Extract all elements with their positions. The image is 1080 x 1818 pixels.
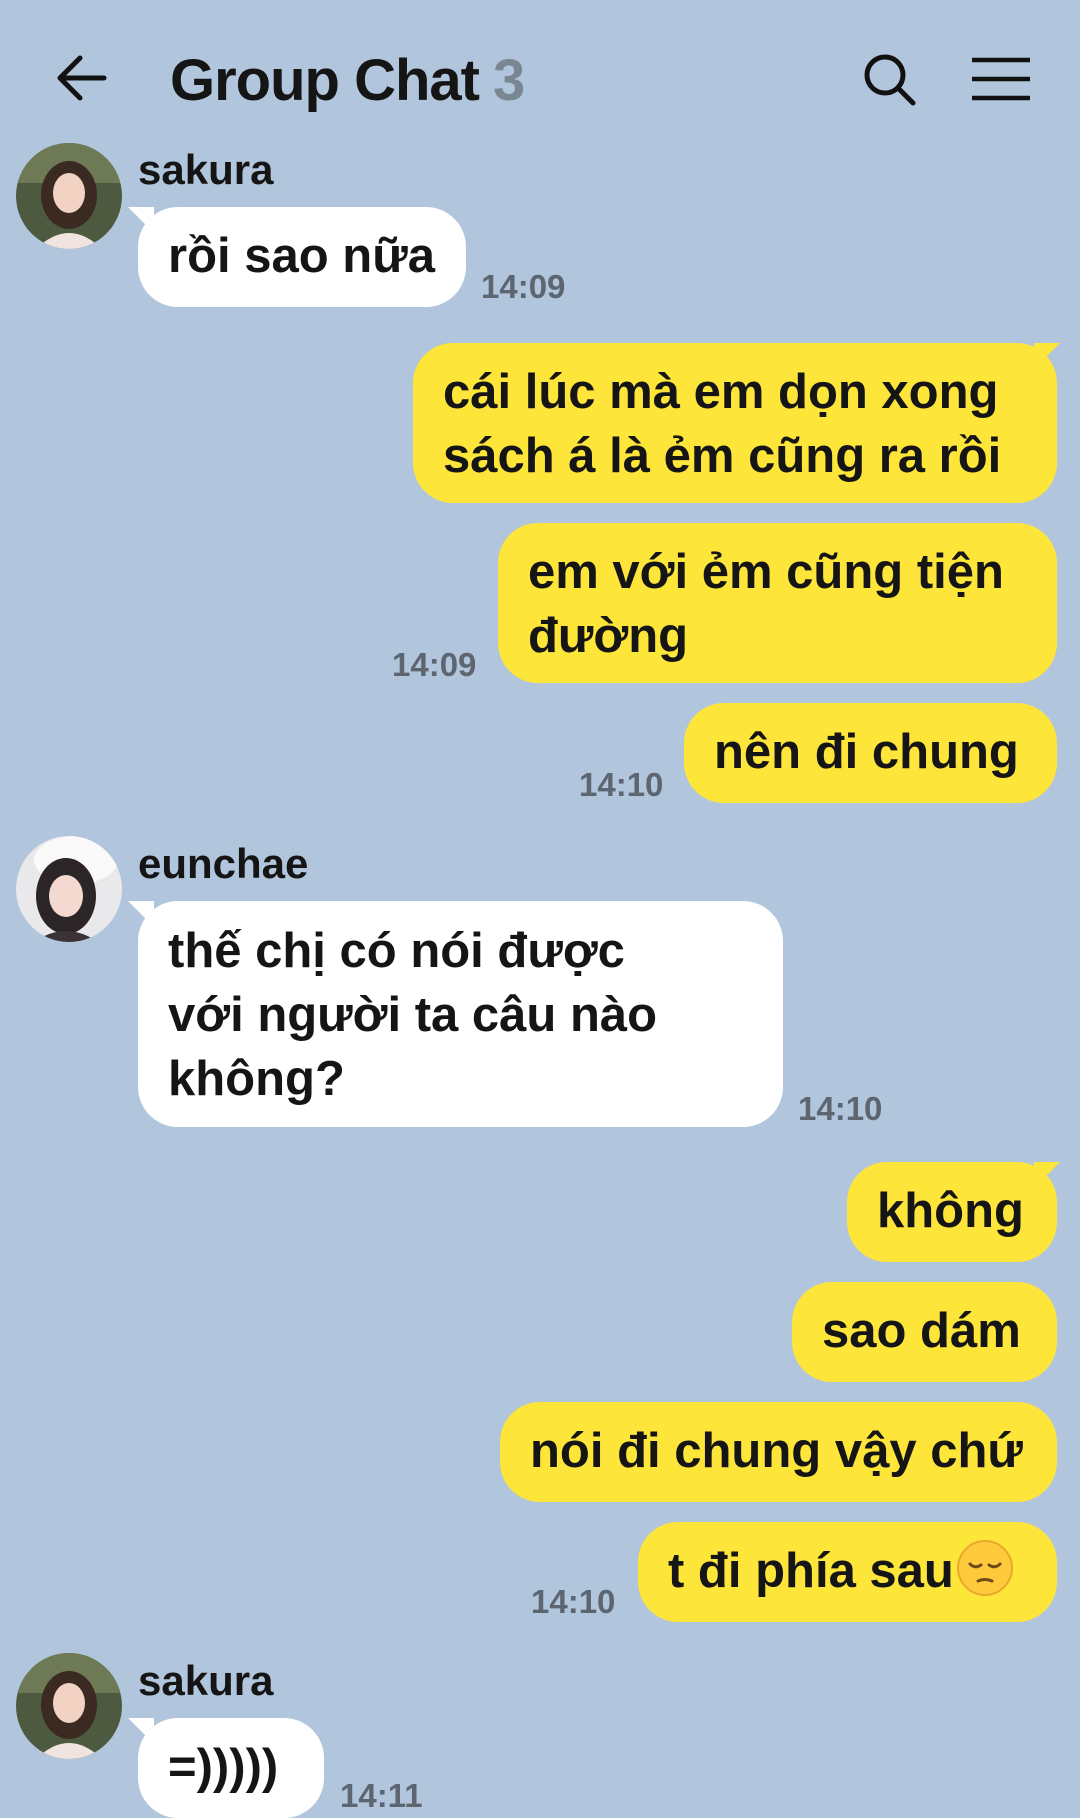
menu-icon[interactable]: [970, 56, 1032, 102]
message-text: rồi sao nữa: [168, 229, 435, 283]
sender-name: sakura: [138, 1657, 274, 1704]
message-line: em với ẻm cũng tiện: [528, 545, 1004, 599]
message-line: sách á là ẻm cũng ra rồi: [443, 429, 1002, 483]
message-text: sao dám: [822, 1304, 1021, 1358]
message-time: 14:10: [579, 766, 664, 803]
message-bubble-incoming[interactable]: =))))): [138, 1718, 324, 1818]
message-time: 14:09: [392, 646, 477, 683]
message-time: 14:09: [481, 268, 566, 305]
message-bubble-outgoing[interactable]: em với ẻm cũng tiện đường: [498, 523, 1057, 683]
message-text: nói đi chung vậy chứ: [530, 1424, 1023, 1478]
message-text: =))))): [168, 1740, 279, 1794]
message-bubble-outgoing[interactable]: sao dám: [792, 1282, 1057, 1382]
message-bubble-outgoing[interactable]: cái lúc mà em dọn xong sách á là ẻm cũng…: [413, 343, 1057, 503]
pensive-face-emoji-icon: [956, 1540, 1013, 1596]
message-bubble-outgoing[interactable]: t đi phía sau: [638, 1522, 1057, 1622]
sender-name: sakura: [138, 146, 274, 193]
search-icon[interactable]: [862, 52, 918, 108]
avatar-sakura[interactable]: [16, 1653, 122, 1759]
message-bubble-outgoing[interactable]: không: [847, 1162, 1057, 1262]
message-time: 14:11: [340, 1777, 423, 1814]
message-time: 14:10: [531, 1583, 616, 1620]
message-text: nên đi chung: [714, 725, 1019, 779]
message-time: 14:10: [798, 1090, 883, 1127]
message-bubble-outgoing[interactable]: nói đi chung vậy chứ: [500, 1402, 1057, 1502]
message-text: t đi phía sau: [668, 1544, 954, 1598]
avatar-eunchae[interactable]: [16, 836, 122, 942]
message-line: đường: [528, 609, 689, 663]
message-text: không: [877, 1184, 1024, 1238]
back-arrow-icon[interactable]: [52, 48, 112, 108]
message-line: với người ta câu nào: [168, 988, 658, 1042]
member-count: 3: [492, 48, 525, 113]
avatar-sakura[interactable]: [16, 143, 122, 249]
chat-title-text: Group Chat: [170, 48, 480, 113]
message-line: không?: [168, 1052, 345, 1106]
message-bubble-incoming[interactable]: thế chị có nói được với người ta câu nào…: [138, 901, 783, 1127]
message-line: cái lúc mà em dọn xong: [443, 365, 999, 419]
message-line: thế chị có nói được: [168, 924, 625, 978]
chat-header: Group Chat 3: [0, 0, 1080, 155]
message-bubble-outgoing[interactable]: nên đi chung: [684, 703, 1057, 803]
chat-title: Group Chat 3: [170, 42, 525, 120]
sender-name: eunchae: [138, 840, 309, 887]
message-bubble-incoming[interactable]: rồi sao nữa: [138, 207, 466, 307]
